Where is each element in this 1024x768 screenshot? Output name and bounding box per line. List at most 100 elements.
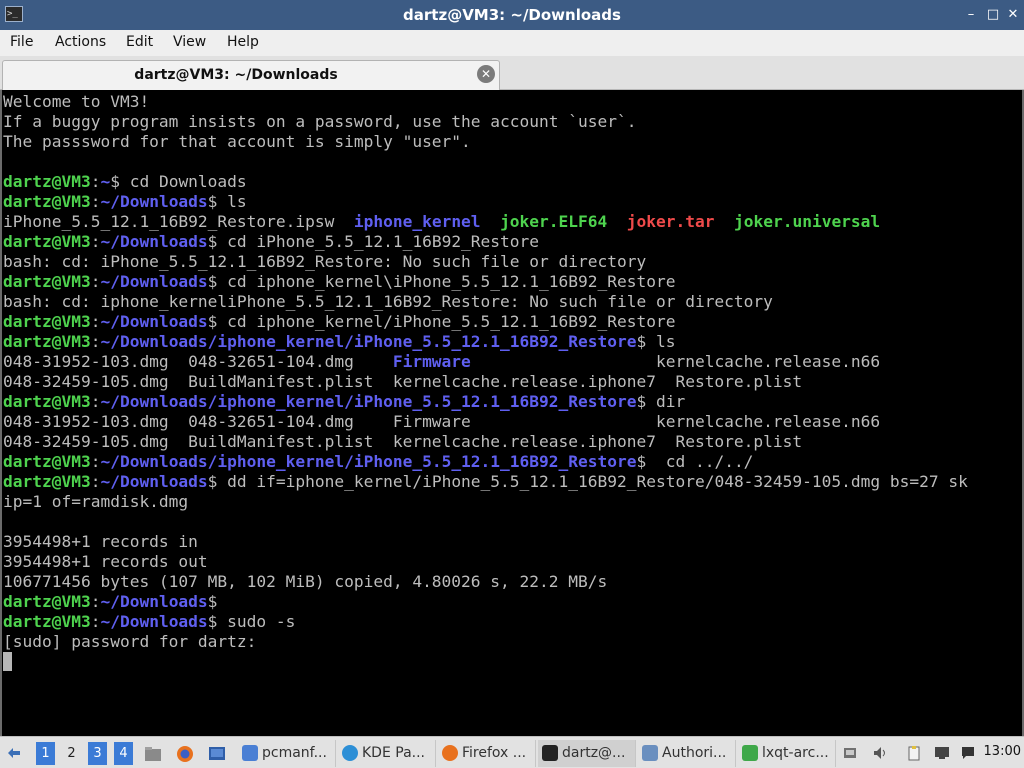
terminal-line: iPhone_5.5_12.1_16B92_Restore.ipsw iphon…	[3, 212, 968, 232]
maximize-button[interactable]: □	[984, 6, 1002, 24]
terminal-text-segment: :	[90, 392, 101, 411]
workspace-label: 1	[41, 746, 50, 761]
terminal-text-segment: ip=1 of=ramdisk.dmg	[3, 492, 189, 511]
terminal-line: [sudo] password for dartz:	[3, 632, 968, 652]
task-label: KDE Pa...	[362, 745, 425, 761]
terminal-line: dartz@VM3:~/Downloads$ cd iPhone_5.5_12.…	[3, 232, 968, 252]
taskbar: 1 2 3 4 pcmanf... KDE Pa... Firefox ... …	[0, 736, 1024, 768]
app-menu-icon[interactable]	[5, 744, 23, 762]
menu-bar: File Actions Edit View Help	[0, 30, 1024, 56]
terminal-text-segment: 3954498+1 records out	[3, 552, 208, 571]
task-terminal[interactable]: dartz@...	[538, 740, 636, 767]
task-pcmanfm[interactable]: pcmanf...	[238, 740, 336, 767]
terminal-text-segment: The passsword for that account is simply…	[3, 132, 471, 151]
terminal-text-segment: ~/Downloads	[100, 272, 208, 291]
terminal-tab[interactable]: dartz@VM3: ~/Downloads ✕	[2, 60, 500, 90]
terminal-text-segment: :	[90, 332, 101, 351]
terminal-text-segment: $ dd if=iphone_kernel/iPhone_5.5_12.1_16…	[207, 472, 968, 491]
terminal-line: 048-31952-103.dmg 048-32651-104.dmg Firm…	[3, 412, 968, 432]
terminal-text-segment: ~/Downloads	[100, 612, 208, 631]
terminal-line: dartz@VM3:~$ cd Downloads	[3, 172, 968, 192]
terminal-line: 3954498+1 records out	[3, 552, 968, 572]
terminal-line: Welcome to VM3!	[3, 92, 968, 112]
terminal-text-segment: $ dir	[636, 392, 686, 411]
terminal-text-segment: dartz@VM3	[3, 192, 91, 211]
terminal-text-segment: joker.ELF64	[500, 212, 608, 231]
terminal-line: dartz@VM3:~/Downloads$ ls	[3, 192, 968, 212]
terminal-text-segment: ~/Downloads/iphone_kernel/iPhone_5.5_12.…	[100, 332, 637, 351]
task-authorization[interactable]: Authori...	[638, 740, 736, 767]
menu-file[interactable]: File	[10, 34, 33, 50]
workspace-2[interactable]: 2	[62, 742, 81, 765]
window-title: dartz@VM3: ~/Downloads	[403, 6, 621, 24]
terminal-line: dartz@VM3:~/Downloads/iphone_kernel/iPho…	[3, 392, 968, 412]
terminal-cursor-line	[3, 652, 968, 672]
terminal-text-segment: $ cd iphone_kernel/iPhone_5.5_12.1_16B92…	[207, 312, 676, 331]
text-cursor	[3, 652, 12, 671]
clipboard-icon[interactable]	[906, 745, 922, 761]
firefox-icon[interactable]	[176, 745, 194, 763]
chat-icon[interactable]	[960, 745, 976, 761]
terminal-text-segment: ~/Downloads	[100, 472, 208, 491]
tab-bar: dartz@VM3: ~/Downloads ✕	[0, 56, 1024, 90]
terminal-line: dartz@VM3:~/Downloads$	[3, 592, 968, 612]
terminal-text-segment: dartz@VM3	[3, 332, 91, 351]
task-firefox[interactable]: Firefox ...	[438, 740, 536, 767]
task-label: dartz@...	[562, 745, 626, 761]
terminal-text-segment: Welcome to VM3!	[3, 92, 150, 111]
workspace-3[interactable]: 3	[88, 742, 107, 765]
terminal-line: dartz@VM3:~/Downloads$ cd iphone_kernel\…	[3, 272, 968, 292]
show-desktop-icon[interactable]	[208, 745, 226, 763]
network-icon[interactable]	[842, 745, 858, 761]
workspace-4[interactable]: 4	[114, 742, 133, 765]
menu-help[interactable]: Help	[227, 34, 259, 50]
minimize-button[interactable]: –	[962, 6, 980, 24]
terminal-line: dartz@VM3:~/Downloads$ sudo -s	[3, 612, 968, 632]
terminal-line: 106771456 bytes (107 MB, 102 MiB) copied…	[3, 572, 968, 592]
task-archiver[interactable]: lxqt-arc...	[738, 740, 836, 767]
tab-close-icon[interactable]: ✕	[477, 65, 495, 83]
terminal-text-segment: ~/Downloads	[100, 312, 208, 331]
terminal-text-segment: 3954498+1 records in	[3, 532, 198, 551]
workspace-label: 4	[119, 746, 128, 761]
task-label: lxqt-arc...	[762, 745, 829, 761]
workspace-1[interactable]: 1	[36, 742, 55, 765]
terminal-output[interactable]: Welcome to VM3! If a buggy program insist…	[0, 90, 1024, 736]
terminal-text-segment: kernelcache.release.n66	[470, 352, 881, 371]
terminal-line: If a buggy program insists on a password…	[3, 112, 968, 132]
terminal-text-segment: ~/Downloads/iphone_kernel/iPhone_5.5_12.…	[100, 392, 637, 411]
terminal-text-segment: dartz@VM3	[3, 172, 91, 191]
terminal-text-segment: :	[90, 172, 101, 191]
terminal-text-segment: $ ls	[636, 332, 676, 351]
firefox-icon	[442, 745, 458, 761]
file-manager-icon[interactable]	[144, 746, 162, 762]
terminal-text-segment: 048-32459-105.dmg BuildManifest.plist ke…	[3, 432, 803, 451]
volume-icon[interactable]	[872, 745, 888, 761]
task-kde[interactable]: KDE Pa...	[338, 740, 436, 767]
menu-edit[interactable]: Edit	[126, 34, 153, 50]
task-label: Authori...	[662, 745, 727, 761]
terminal-text-segment: dartz@VM3	[3, 272, 91, 291]
display-icon[interactable]	[934, 745, 950, 761]
terminal-text-segment: dartz@VM3	[3, 232, 91, 251]
terminal-text-segment: dartz@VM3	[3, 452, 91, 471]
terminal-text-segment: dartz@VM3	[3, 612, 91, 631]
terminal-icon	[542, 745, 558, 761]
menu-view[interactable]: View	[173, 34, 206, 50]
terminal-text-segment: joker.universal	[733, 212, 881, 231]
menu-actions[interactable]: Actions	[55, 34, 106, 50]
terminal-text-segment: dartz@VM3	[3, 592, 91, 611]
terminal-line: The passsword for that account is simply…	[3, 132, 968, 152]
terminal-text-segment: dartz@VM3	[3, 312, 91, 331]
terminal-text-segment: dartz@VM3	[3, 392, 91, 411]
terminal-text-segment: iPhone_5.5_12.1_16B92_Restore.ipsw	[3, 212, 354, 231]
close-button[interactable]: ✕	[1004, 6, 1022, 24]
terminal-text-segment: joker.tar	[626, 212, 715, 231]
window-title-bar[interactable]: >_ dartz@VM3: ~/Downloads – □ ✕	[0, 0, 1024, 30]
terminal-text-segment: $ cd iphone_kernel\iPhone_5.5_12.1_16B92…	[207, 272, 676, 291]
auth-icon	[642, 745, 658, 761]
terminal-text-segment: :	[90, 192, 101, 211]
